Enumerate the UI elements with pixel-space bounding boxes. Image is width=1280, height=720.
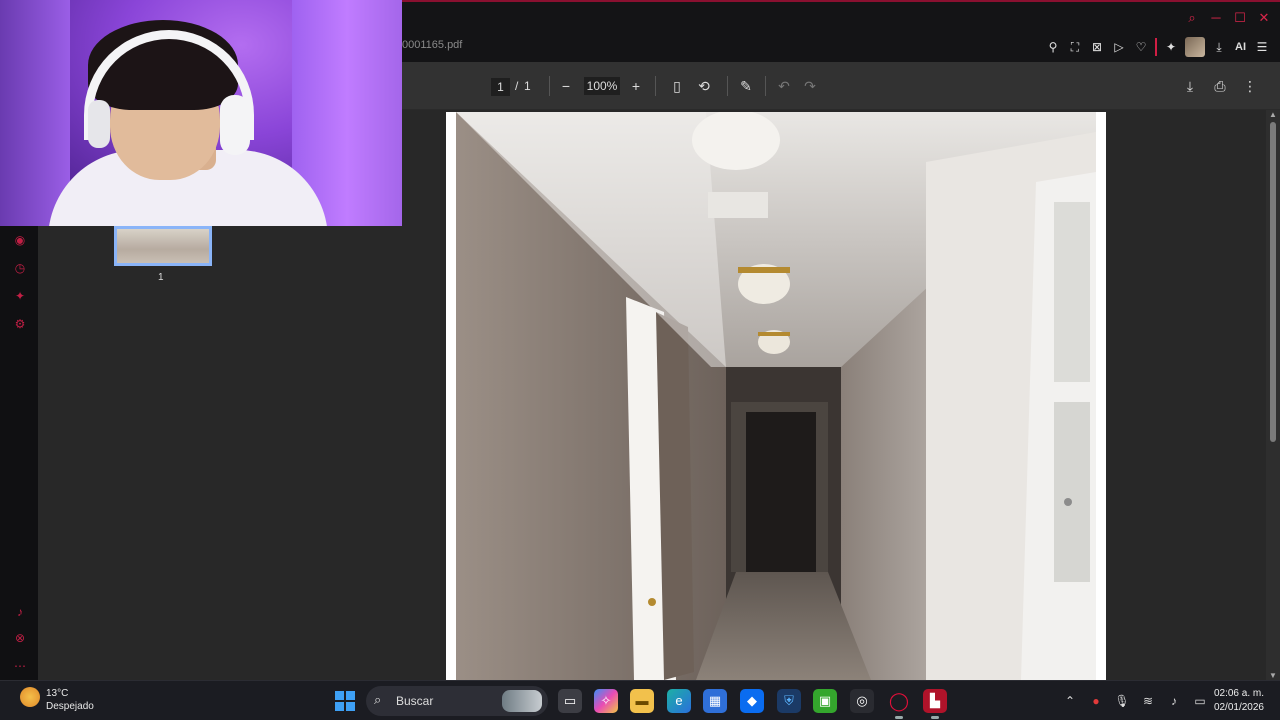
toolbar-divider <box>1155 38 1157 56</box>
snapshot-icon[interactable]: ⛶ <box>1067 39 1083 55</box>
app-icon[interactable]: ⛨ <box>777 689 801 713</box>
taskbar-search[interactable]: ⌕ Buscar <box>366 686 548 716</box>
page-number-input[interactable]: 1 <box>491 78 510 96</box>
weather-desc: Despejado <box>46 701 94 712</box>
browser-topbar: 0001165.pdf ⌕ ─ ☐ ✕ ⚲ ⛶ ⊠ ▷ ♡ ✦ ⤓ AI ☰ <box>402 0 1280 62</box>
pdf-page <box>446 112 1106 680</box>
page-total: 1 <box>524 79 531 93</box>
extensions-icon[interactable]: ✦ <box>12 288 28 304</box>
tiktok-icon[interactable]: ♪ <box>12 604 28 620</box>
history-icon[interactable]: ◷ <box>12 260 28 276</box>
hallway-photo <box>456 112 1096 680</box>
player-icon[interactable]: ◉ <box>12 232 28 248</box>
store-icon[interactable]: ▦ <box>703 689 727 713</box>
maximize-icon[interactable]: ☐ <box>1232 10 1248 26</box>
pdf-toolbar: 1 / 1 − 100% + ▯ ⟲ ✎ ↶ ↷ ⤓ ⎙ ⋮ <box>402 62 1280 110</box>
scroll-up-icon[interactable]: ▲ <box>1269 110 1277 119</box>
screen: 0001165.pdf ⌕ ─ ☐ ✕ ⚲ ⛶ ⊠ ▷ ♡ ✦ ⤓ AI ☰ 1… <box>0 0 1280 720</box>
weather-widget[interactable]: 13°C Despejado <box>20 687 94 713</box>
webcam-overlay <box>0 0 402 226</box>
fit-page-icon[interactable]: ▯ <box>667 76 687 96</box>
search-icon[interactable]: ⌕ <box>1184 10 1200 26</box>
chevron-up-icon[interactable]: ⌃ <box>1062 693 1078 709</box>
pin-icon[interactable]: ⚲ <box>1045 39 1061 55</box>
rotate-icon[interactable]: ⟲ <box>694 76 714 96</box>
zoom-out-icon[interactable]: − <box>556 76 576 96</box>
search-icon: ⌕ <box>374 692 382 707</box>
shield-icon[interactable]: ⊠ <box>1089 39 1105 55</box>
window-controls: ⌕ ─ ☐ ✕ <box>1184 10 1272 26</box>
download-icon[interactable]: ⤓ <box>1211 39 1227 55</box>
pdf-app-icon[interactable]: ▙ <box>923 689 947 719</box>
scroll-down-icon[interactable]: ▼ <box>1269 671 1277 680</box>
system-tray: ⌃ ● 🎙 ≋ ♪ ▭ <box>1062 693 1208 709</box>
document-viewport[interactable]: ▲ ▼ <box>446 110 1280 680</box>
thumbnail-sidebar: 1 <box>38 226 402 680</box>
tray-app-icon[interactable]: ● <box>1088 693 1104 709</box>
settings-icon[interactable]: ⚙ <box>12 316 28 332</box>
menu-icon[interactable]: ☰ <box>1254 39 1270 55</box>
zoom-level[interactable]: 100% <box>584 77 620 95</box>
browser-tools: ⚲ ⛶ ⊠ ▷ ♡ ✦ ⤓ AI ☰ <box>1045 37 1270 57</box>
file-explorer-icon[interactable]: ▬ <box>630 689 654 713</box>
page-separator: / <box>515 79 519 93</box>
zoom-in-icon[interactable]: + <box>626 76 646 96</box>
draw-icon[interactable]: ✎ <box>736 76 756 96</box>
clock-time: 02:06 a. m. <box>1213 688 1264 699</box>
page-thumbnail-label: 1 <box>158 272 164 283</box>
extensions-icon[interactable]: ✦ <box>1163 39 1179 55</box>
start-button[interactable] <box>335 691 355 711</box>
print-icon[interactable]: ⎙ <box>1210 76 1230 96</box>
task-view-icon[interactable]: ▭ <box>558 689 582 713</box>
page-thumbnail[interactable] <box>114 226 212 266</box>
vertical-scrollbar[interactable]: ▲ ▼ <box>1266 110 1280 680</box>
more-options-icon[interactable]: ⋮ <box>1240 76 1260 96</box>
scrollbar-thumb[interactable] <box>1270 122 1276 442</box>
dropbox-icon[interactable]: ◆ <box>740 689 764 713</box>
search-placeholder: Buscar <box>396 694 434 708</box>
document-filename: 0001165.pdf <box>402 39 463 51</box>
edge-icon[interactable]: e <box>667 689 691 713</box>
play-icon[interactable]: ▷ <box>1111 39 1127 55</box>
side-rail: ◉ ◷ ✦ ⚙ ♪ ⊗ ⋯ <box>0 226 38 680</box>
more-icon[interactable]: ⋯ <box>12 658 28 674</box>
microphone-icon[interactable]: 🎙 <box>1114 693 1130 709</box>
download-icon[interactable]: ⤓ <box>1180 76 1200 96</box>
windows-taskbar: 13°C Despejado ⌕ Buscar ▭ ✧ ▬ e ▦ ◆ ⛨ ▣ … <box>0 680 1280 720</box>
undo-icon[interactable]: ↶ <box>774 76 794 96</box>
wifi-icon[interactable]: ≋ <box>1140 693 1156 709</box>
copilot-icon[interactable]: ✧ <box>594 689 618 713</box>
ai-button[interactable]: AI <box>1233 39 1248 55</box>
weather-temp: 13°C <box>46 688 69 699</box>
steam-icon[interactable]: ◎ <box>850 689 874 713</box>
redo-icon[interactable]: ↷ <box>800 76 820 96</box>
weather-icon <box>20 687 40 707</box>
profile-avatar[interactable] <box>1185 37 1205 57</box>
battery-icon[interactable]: ▭ <box>1192 693 1208 709</box>
close-icon[interactable]: ✕ <box>1256 10 1272 26</box>
minecraft-icon[interactable]: ▣ <box>813 689 837 713</box>
search-highlight-image <box>502 690 542 712</box>
minimize-icon[interactable]: ─ <box>1208 10 1224 26</box>
clock-date: 02/01/2026 <box>1213 702 1264 713</box>
system-clock[interactable]: 02:06 a. m. 02/01/2026 <box>1214 687 1264 715</box>
gx-icon[interactable]: ⊗ <box>12 630 28 646</box>
volume-icon[interactable]: ♪ <box>1166 693 1182 709</box>
heart-icon[interactable]: ♡ <box>1133 39 1149 55</box>
opera-gx-icon[interactable]: ◯ <box>887 689 911 719</box>
